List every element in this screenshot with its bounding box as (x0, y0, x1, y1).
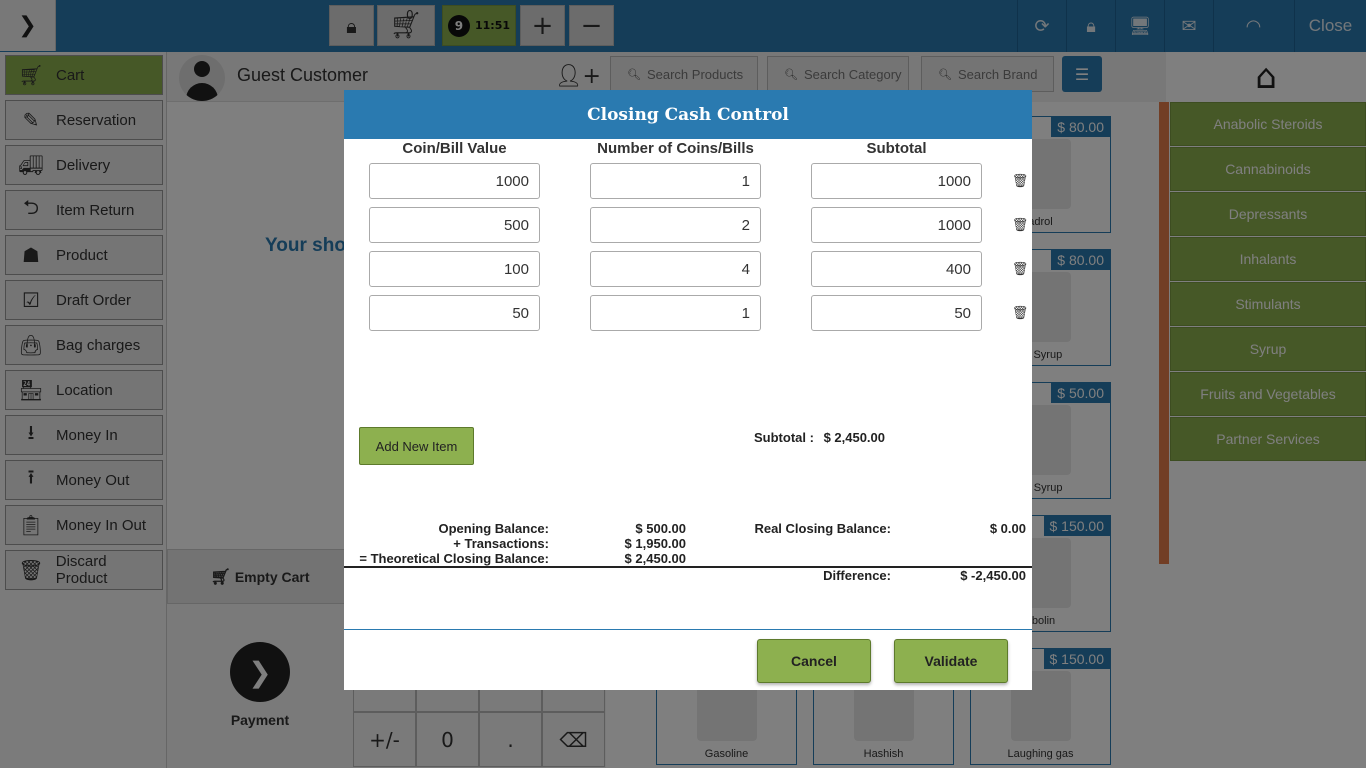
subtotal-summary: Subtotal : $ 2,450.00 (754, 430, 885, 445)
coin-value-input[interactable] (369, 207, 540, 243)
coin-value-input[interactable] (369, 251, 540, 287)
difference-label: Difference: (823, 568, 891, 583)
add-new-item-button[interactable]: Add New Item (359, 427, 474, 465)
closing-cash-control-dialog: Closing Cash Control Coin/Bill Value Num… (344, 90, 1032, 690)
column-header-count: Number of Coins/Bills (597, 140, 754, 157)
trash-icon[interactable]: 🗑︎ (1012, 173, 1029, 189)
difference-value: $ -2,450.00 (960, 568, 1026, 583)
trash-icon[interactable]: 🗑︎ (1012, 217, 1029, 233)
transactions-value: $ 1,950.00 (624, 536, 686, 551)
validate-button[interactable]: Validate (894, 639, 1008, 683)
theoretical-balance-label: = Theoretical Closing Balance: (359, 551, 549, 566)
real-closing-balance-value: $ 0.00 (989, 521, 1026, 536)
coin-subtotal-input[interactable] (811, 295, 982, 331)
column-header-value: Coin/Bill Value (402, 140, 507, 157)
trash-icon[interactable]: 🗑︎ (1012, 261, 1029, 277)
theoretical-balance-value: $ 2,450.00 (624, 551, 686, 566)
cancel-button[interactable]: Cancel (757, 639, 871, 683)
dialog-title: Closing Cash Control (344, 90, 1032, 139)
column-header-subtotal: Subtotal (866, 140, 927, 157)
coin-count-input[interactable] (590, 295, 761, 331)
coin-subtotal-input[interactable] (811, 251, 982, 287)
subtotal-label: Subtotal : (754, 430, 814, 445)
coin-value-input[interactable] (369, 163, 540, 199)
subtotal-value: $ 2,450.00 (823, 430, 886, 445)
coin-value-input[interactable] (369, 295, 540, 331)
footer-divider (344, 629, 1032, 630)
coin-count-input[interactable] (590, 207, 761, 243)
coin-count-input[interactable] (590, 251, 761, 287)
coin-subtotal-input[interactable] (811, 207, 982, 243)
coin-count-input[interactable] (590, 163, 761, 199)
trash-icon[interactable]: 🗑︎ (1012, 305, 1029, 321)
opening-balance-value: $ 500.00 (635, 521, 686, 536)
opening-balance-label: Opening Balance: (438, 521, 549, 536)
transactions-label: + Transactions: (453, 536, 549, 551)
coin-subtotal-input[interactable] (811, 163, 982, 199)
real-closing-balance-label: Real Closing Balance: (754, 521, 891, 536)
